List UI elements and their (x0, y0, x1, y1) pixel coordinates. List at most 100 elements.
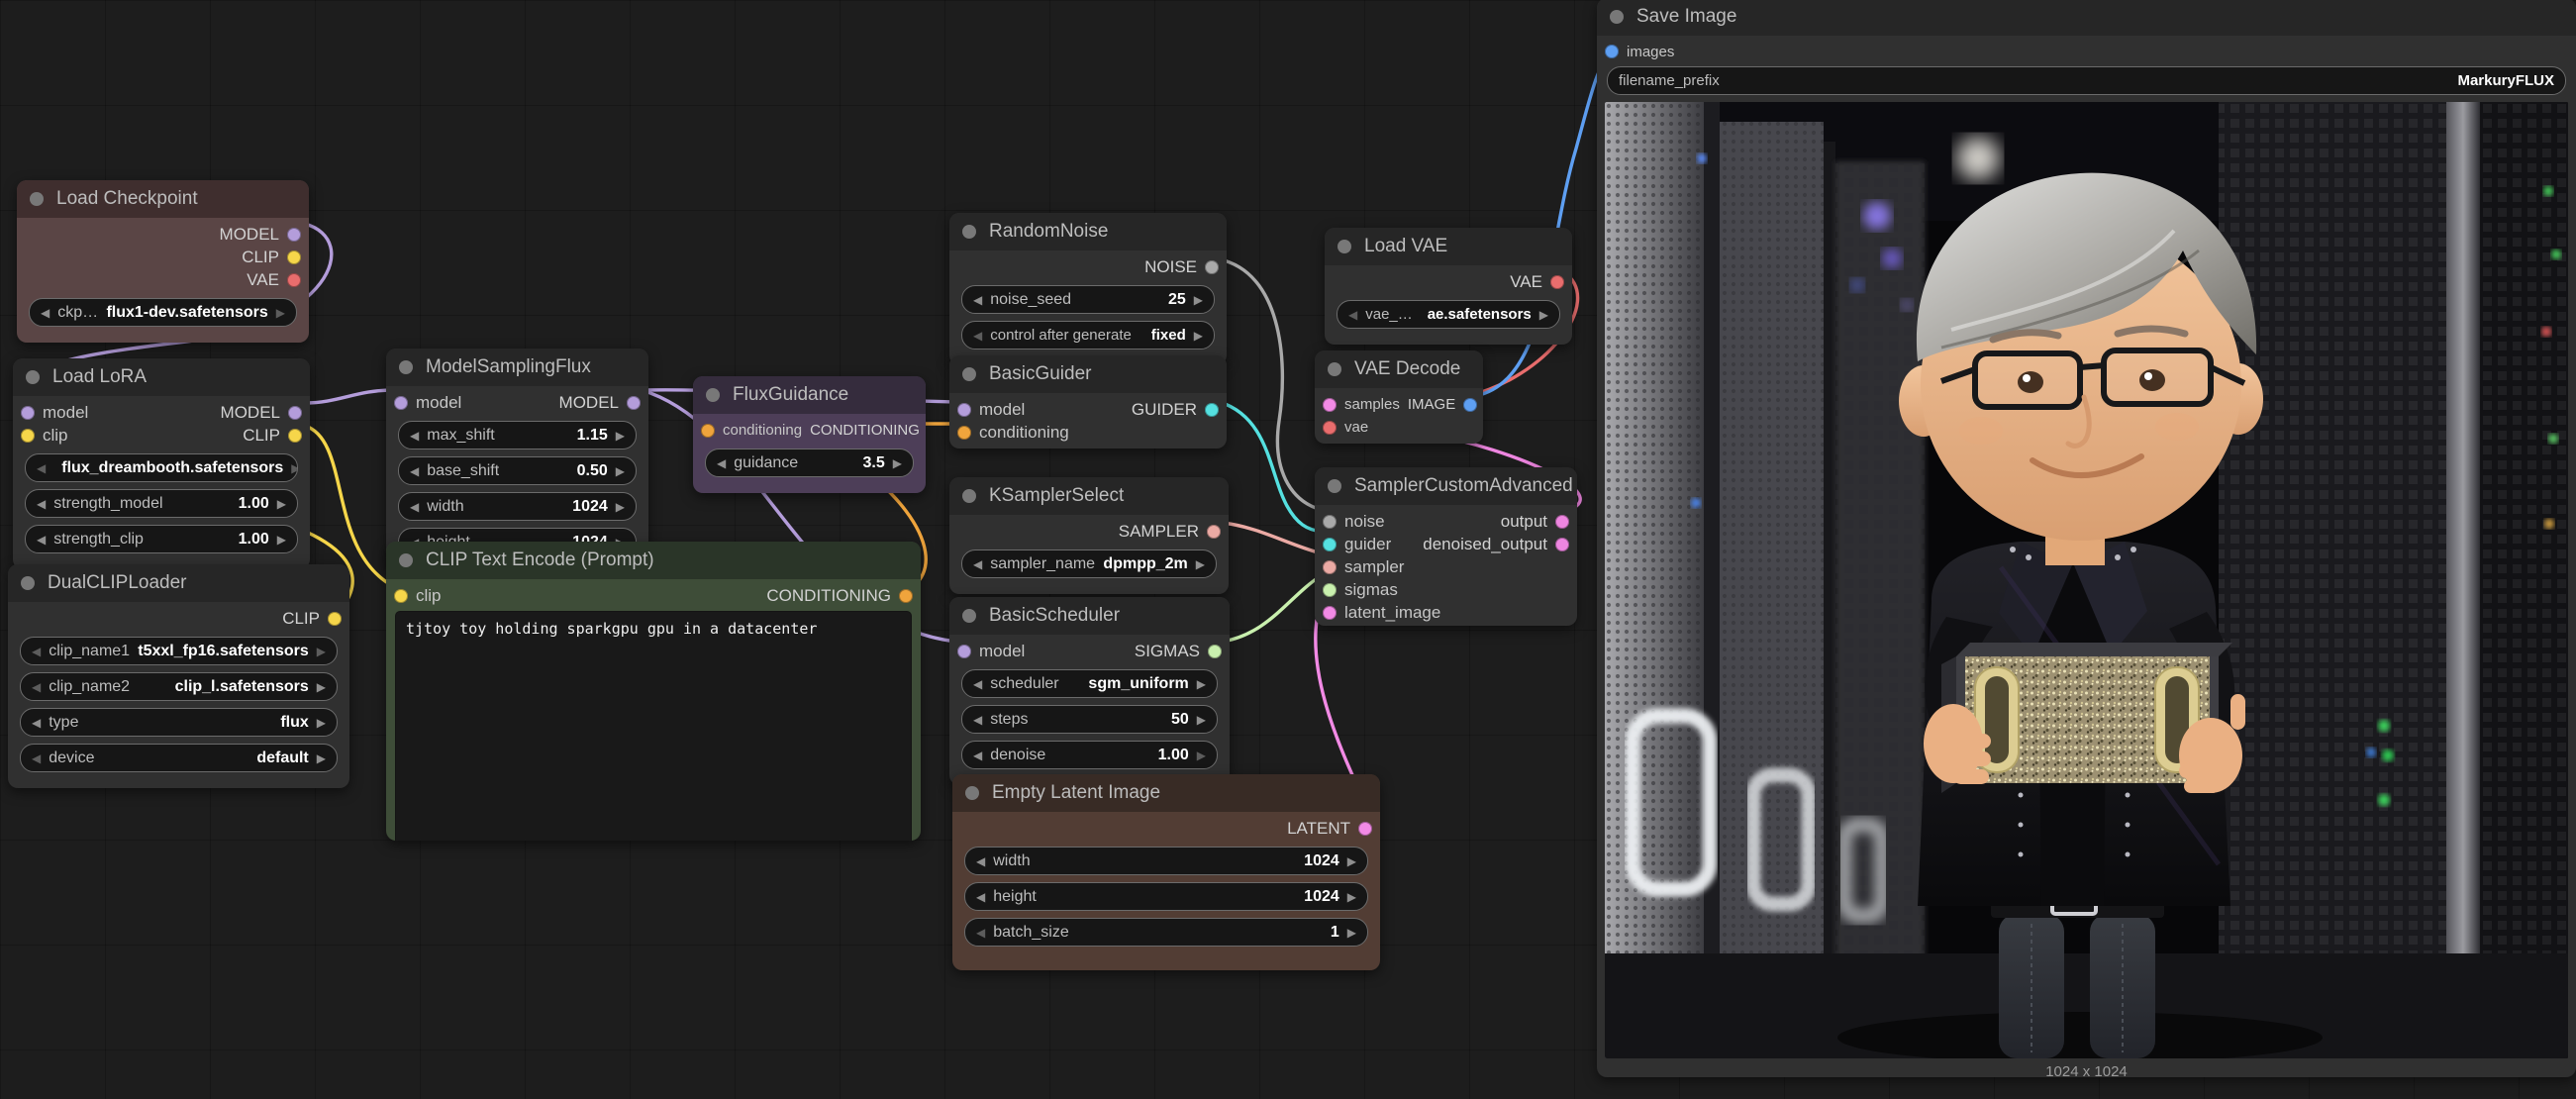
arrow-left-icon[interactable]: ◀ (1348, 308, 1357, 322)
arrow-right-icon[interactable]: ▶ (1197, 677, 1206, 691)
collapse-dot-icon[interactable] (399, 360, 413, 374)
arrow-right-icon[interactable]: ▶ (1347, 890, 1356, 904)
arrow-right-icon[interactable]: ▶ (1197, 713, 1206, 727)
input-port-sampler[interactable] (1323, 560, 1337, 574)
arrow-left-icon[interactable]: ◀ (973, 329, 982, 343)
output-port-model[interactable] (287, 228, 301, 242)
widget-batch-size[interactable]: ◀batch_size1▶ (964, 918, 1368, 947)
arrow-right-icon[interactable]: ▶ (317, 645, 326, 658)
arrow-left-icon[interactable]: ◀ (973, 713, 982, 727)
node-header[interactable]: Load VAE (1325, 228, 1572, 265)
node-load-checkpoint[interactable]: Load Checkpoint MODEL CLIP VAE ◀ckpt_nam… (17, 180, 309, 343)
node-load-lora[interactable]: Load LoRA model MODEL clip CLIP ◀lor ...… (13, 358, 310, 569)
output-port-vae[interactable] (1550, 275, 1564, 289)
input-port-model[interactable] (21, 406, 35, 420)
widget-denoise[interactable]: ◀denoise1.00▶ (961, 741, 1218, 769)
arrow-right-icon[interactable]: ▶ (1194, 329, 1203, 343)
input-port-noise[interactable] (1323, 515, 1337, 529)
arrow-right-icon[interactable]: ▶ (277, 533, 286, 547)
widget-vae-name[interactable]: ◀vae_nameae.safetensors▶ (1337, 300, 1560, 329)
input-port-clip[interactable] (21, 429, 35, 443)
node-flux-guidance[interactable]: FluxGuidance conditioning CONDITIONING ◀… (693, 376, 926, 493)
collapse-dot-icon[interactable] (962, 367, 976, 381)
node-ksampler-select[interactable]: KSamplerSelect SAMPLER ◀sampler_namedpmp… (949, 477, 1229, 594)
node-basic-guider[interactable]: BasicGuider model GUIDER conditioning (949, 355, 1227, 449)
collapse-dot-icon[interactable] (1328, 479, 1341, 493)
collapse-dot-icon[interactable] (962, 489, 976, 503)
output-port-latent[interactable] (1358, 822, 1372, 836)
node-header[interactable]: Empty Latent Image (952, 774, 1380, 812)
widget-scheduler[interactable]: ◀schedulersgm_uniform▶ (961, 669, 1218, 698)
node-header[interactable]: ModelSamplingFlux (386, 349, 648, 386)
collapse-dot-icon[interactable] (962, 609, 976, 623)
input-port-latent-image[interactable] (1323, 606, 1337, 620)
node-header[interactable]: BasicScheduler (949, 597, 1230, 635)
arrow-right-icon[interactable]: ▶ (616, 464, 625, 478)
output-port-model[interactable] (288, 406, 302, 420)
arrow-left-icon[interactable]: ◀ (410, 464, 419, 478)
node-empty-latent-image[interactable]: Empty Latent Image LATENT ◀width1024▶ ◀h… (952, 774, 1380, 970)
widget-ckpt-name[interactable]: ◀ckpt_nameflux1-dev.safetensors▶ (29, 298, 297, 327)
node-vae-decode[interactable]: VAE Decode samples IMAGE vae (1315, 350, 1483, 444)
output-port-clip[interactable] (287, 250, 301, 264)
arrow-right-icon[interactable]: ▶ (616, 429, 625, 443)
widget-lora-name[interactable]: ◀lor ...flux_dreambooth.safetensors▶ (25, 453, 298, 482)
arrow-left-icon[interactable]: ◀ (717, 456, 726, 470)
node-header[interactable]: Save Image (1597, 0, 2576, 36)
arrow-left-icon[interactable]: ◀ (410, 429, 419, 443)
node-header[interactable]: BasicGuider (949, 355, 1227, 393)
arrow-left-icon[interactable]: ◀ (37, 497, 46, 511)
node-header[interactable]: CLIP Text Encode (Prompt) (386, 542, 921, 579)
widget-steps[interactable]: ◀steps50▶ (961, 705, 1218, 734)
output-port-noise[interactable] (1205, 260, 1219, 274)
collapse-dot-icon[interactable] (1328, 362, 1341, 376)
output-port-output[interactable] (1555, 515, 1569, 529)
node-clip-text-encode[interactable]: CLIP Text Encode (Prompt) clip CONDITION… (386, 542, 921, 841)
wire-lora-clip-to-cte[interactable] (305, 426, 393, 586)
wire-lora-model-to-msf[interactable] (305, 390, 393, 403)
arrow-right-icon[interactable]: ▶ (1196, 557, 1205, 571)
widget-filename-prefix[interactable]: filename_prefixMarkuryFLUX (1607, 66, 2566, 95)
arrow-right-icon[interactable]: ▶ (616, 500, 625, 514)
wire-noise-to-sca[interactable] (1220, 259, 1322, 510)
arrow-left-icon[interactable]: ◀ (32, 716, 41, 730)
arrow-left-icon[interactable]: ◀ (973, 677, 982, 691)
widget-clip-name2[interactable]: ◀clip_name2clip_l.safetensors▶ (20, 672, 338, 701)
node-basic-scheduler[interactable]: BasicScheduler model SIGMAS ◀schedulersg… (949, 597, 1230, 785)
node-header[interactable]: RandomNoise (949, 213, 1227, 250)
output-port-clip[interactable] (288, 429, 302, 443)
input-port-vae[interactable] (1323, 421, 1337, 435)
arrow-left-icon[interactable]: ◀ (973, 293, 982, 307)
input-port-conditioning[interactable] (701, 424, 715, 438)
arrow-right-icon[interactable]: ▶ (1347, 854, 1356, 868)
input-port-sigmas[interactable] (1323, 583, 1337, 597)
arrow-left-icon[interactable]: ◀ (32, 645, 41, 658)
widget-device[interactable]: ◀devicedefault▶ (20, 744, 338, 772)
arrow-right-icon[interactable]: ▶ (1194, 293, 1203, 307)
node-header[interactable]: SamplerCustomAdvanced (1315, 467, 1577, 505)
arrow-left-icon[interactable]: ◀ (973, 557, 982, 571)
arrow-left-icon[interactable]: ◀ (976, 854, 985, 868)
node-random-noise[interactable]: RandomNoise NOISE ◀noise_seed25▶ ◀contro… (949, 213, 1227, 365)
arrow-right-icon[interactable]: ▶ (317, 716, 326, 730)
node-model-sampling-flux[interactable]: ModelSamplingFlux model MODEL ◀max_shift… (386, 349, 648, 572)
widget-control-after-generate[interactable]: ◀control after generatefixed▶ (961, 321, 1215, 350)
arrow-right-icon[interactable]: ▶ (1347, 926, 1356, 940)
arrow-left-icon[interactable]: ◀ (976, 890, 985, 904)
output-port-vae[interactable] (287, 273, 301, 287)
widget-guidance[interactable]: ◀guidance3.5▶ (705, 449, 914, 477)
widget-strength-model[interactable]: ◀strength_model1.00▶ (25, 489, 298, 518)
output-port-conditioning[interactable] (899, 589, 913, 603)
node-header[interactable]: Load Checkpoint (17, 180, 309, 218)
node-sampler-custom-advanced[interactable]: SamplerCustomAdvanced noise output guide… (1315, 467, 1577, 626)
node-dual-clip-loader[interactable]: DualCLIPLoader CLIP ◀clip_name1t5xxl_fp1… (8, 564, 349, 788)
arrow-right-icon[interactable]: ▶ (291, 461, 298, 475)
widget-clip-name1[interactable]: ◀clip_name1t5xxl_fp16.safetensors▶ (20, 637, 338, 665)
node-save-image[interactable]: Save Image images filename_prefixMarkury… (1597, 0, 2576, 1077)
node-header[interactable]: VAE Decode (1315, 350, 1483, 388)
widget-type[interactable]: ◀typeflux▶ (20, 708, 338, 737)
output-port-sigmas[interactable] (1208, 645, 1222, 658)
input-port-model[interactable] (957, 645, 971, 658)
input-port-samples[interactable] (1323, 398, 1337, 412)
widget-strength-clip[interactable]: ◀strength_clip1.00▶ (25, 525, 298, 553)
